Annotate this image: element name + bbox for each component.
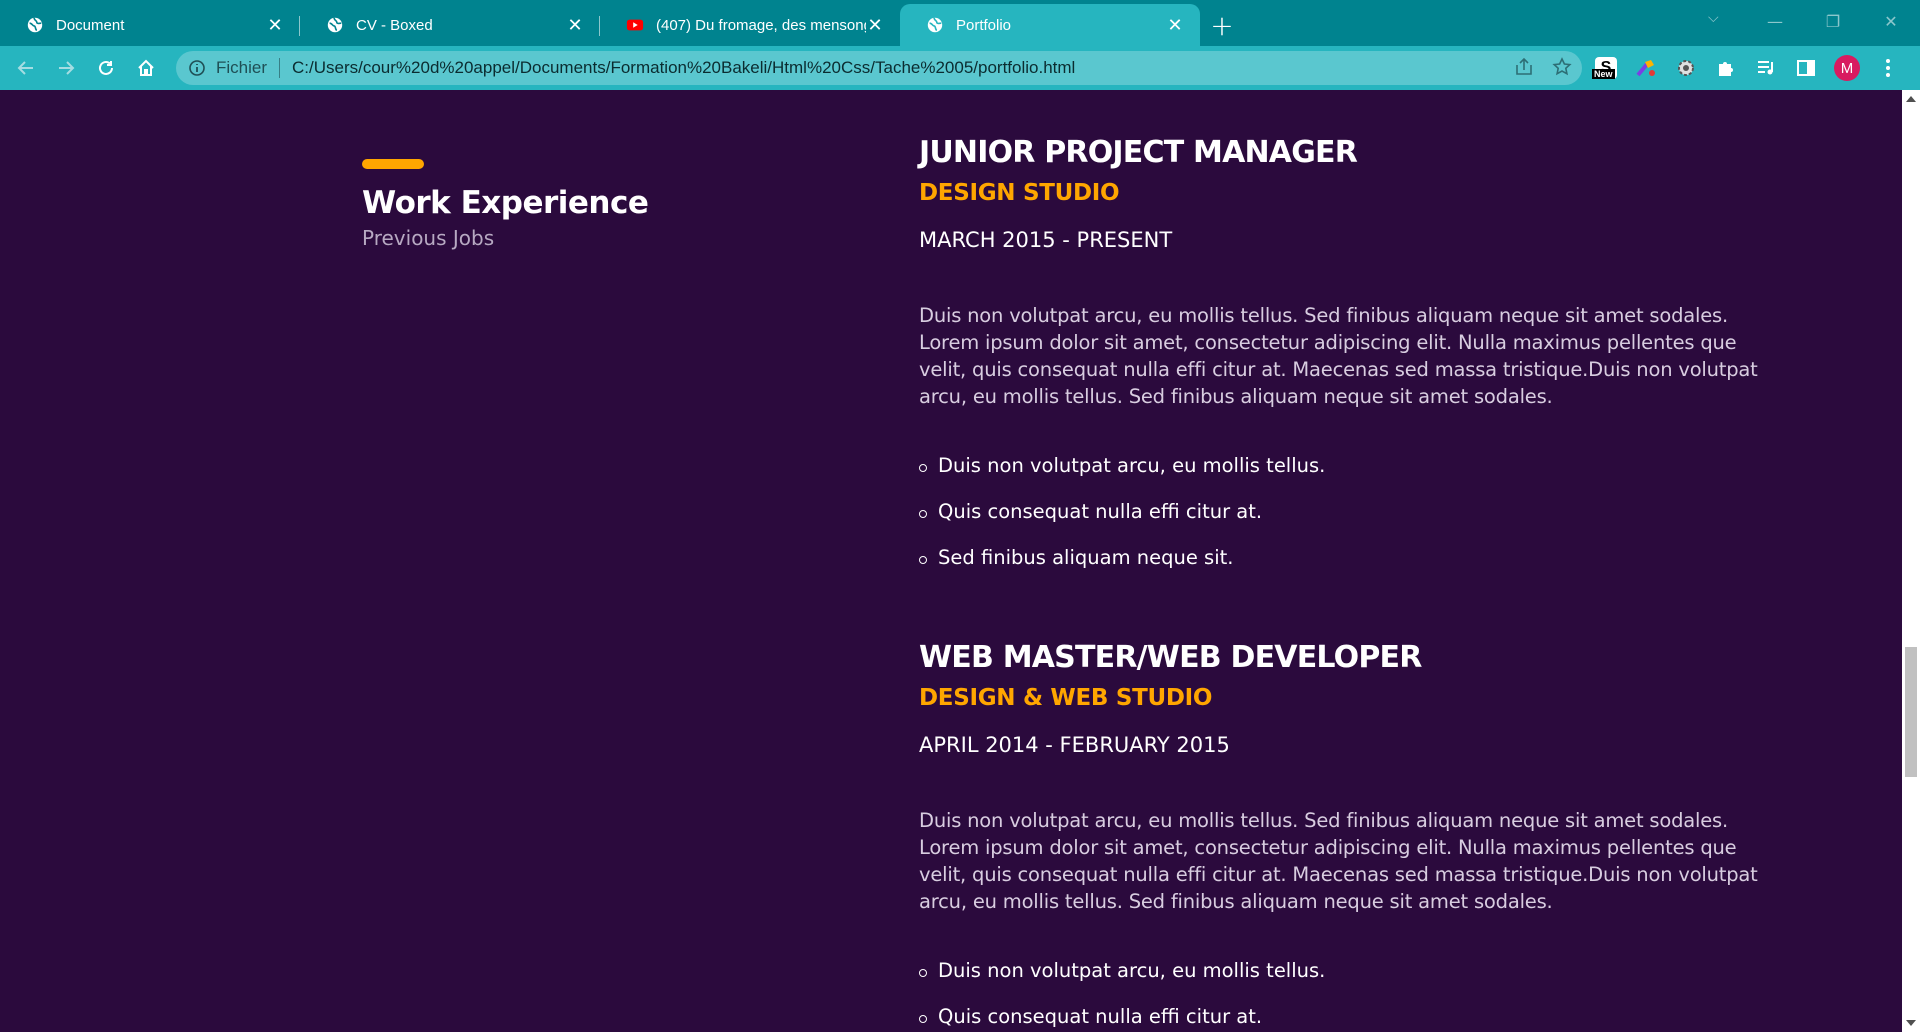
- share-icon[interactable]: [1514, 57, 1534, 77]
- tab-search-icon[interactable]: ⌵: [1708, 10, 1719, 26]
- bullet-icon: [919, 1015, 927, 1023]
- job-company: DESIGN STUDIO: [919, 180, 1120, 206]
- profile-avatar[interactable]: M: [1834, 55, 1860, 81]
- tab-title: CV - Boxed: [356, 16, 433, 34]
- tab-youtube[interactable]: (407) Du fromage, des mensonge ✕: [600, 4, 900, 46]
- divider: [279, 58, 281, 78]
- section-subtitle: Previous Jobs: [362, 226, 495, 250]
- job-dates: MARCH 2015 - PRESENT: [919, 228, 1173, 252]
- extension-colorful-icon[interactable]: [1634, 56, 1658, 80]
- extension-gear-icon[interactable]: [1674, 56, 1698, 80]
- job-description: Duis non volutpat arcu, eu mollis tellus…: [919, 304, 1758, 408]
- address-bar[interactable]: Fichier C:/Users/cour%20d%20appel/Docume…: [176, 51, 1582, 85]
- scrollbar-thumb[interactable]: [1905, 647, 1917, 777]
- new-badge: New: [1592, 69, 1615, 79]
- star-icon[interactable]: [1552, 57, 1572, 77]
- job-entry: WEB MASTER/WEB DEVELOPER DESIGN & WEB ST…: [919, 640, 1779, 1032]
- list-item-text: Duis non volutpat arcu, eu mollis tellus…: [938, 959, 1326, 982]
- list-item: Sed finibus aliquam neque sit.: [919, 546, 1779, 592]
- list-item: Duis non volutpat arcu, eu mollis tellus…: [919, 959, 1779, 1005]
- info-icon[interactable]: [188, 59, 206, 77]
- list-item: Duis non volutpat arcu, eu mollis tellus…: [919, 454, 1779, 500]
- extensions-area: S New M: [1592, 52, 1900, 84]
- scroll-up-icon[interactable]: [1906, 96, 1916, 102]
- list-item-text: Duis non volutpat arcu, eu mollis tellus…: [938, 454, 1326, 477]
- vertical-scrollbar[interactable]: [1902, 90, 1920, 1032]
- list-item-text: Quis consequat nulla effi citur at.: [938, 500, 1263, 523]
- reload-icon[interactable]: [86, 50, 126, 86]
- bullet-icon: [919, 556, 927, 564]
- minimize-icon[interactable]: —: [1746, 0, 1804, 42]
- globe-icon: [927, 17, 943, 33]
- list-item: Quis consequat nulla effi citur at.: [919, 1005, 1779, 1032]
- list-item-text: Sed finibus aliquam neque sit.: [938, 546, 1234, 569]
- bullet-icon: [919, 969, 927, 977]
- youtube-icon: [626, 19, 644, 31]
- job-bullets: Duis non volutpat arcu, eu mollis tellus…: [919, 959, 1779, 1032]
- globe-icon: [27, 17, 43, 33]
- job-bullets: Duis non volutpat arcu, eu mollis tellus…: [919, 454, 1779, 592]
- browser-toolbar: Fichier C:/Users/cour%20d%20appel/Docume…: [0, 46, 1920, 90]
- url-scheme-label: Fichier: [216, 58, 268, 77]
- job-title: JUNIOR PROJECT MANAGER: [919, 135, 1358, 170]
- tab-portfolio[interactable]: Portfolio ✕: [900, 4, 1200, 46]
- forward-icon[interactable]: [46, 50, 86, 86]
- job-dates: APRIL 2014 - FEBRUARY 2015: [919, 733, 1230, 757]
- list-item-text: Quis consequat nulla effi citur at.: [938, 1005, 1263, 1028]
- tab-cv-boxed[interactable]: CV - Boxed ✕: [300, 4, 600, 46]
- tab-title: (407) Du fromage, des mensonge: [656, 16, 866, 34]
- back-icon[interactable]: [6, 50, 46, 86]
- close-icon[interactable]: ✕: [566, 16, 584, 34]
- home-icon[interactable]: [126, 50, 166, 86]
- window-controls: — ❐ ✕: [1746, 0, 1920, 42]
- restore-icon[interactable]: ❐: [1804, 0, 1862, 42]
- scroll-down-icon[interactable]: [1906, 1020, 1916, 1026]
- section-title: Work Experience: [362, 185, 649, 221]
- list-item: Quis consequat nulla effi citur at.: [919, 500, 1779, 546]
- job-title: WEB MASTER/WEB DEVELOPER: [919, 640, 1422, 675]
- close-icon[interactable]: ✕: [866, 16, 884, 34]
- section-accent-bar: [362, 159, 424, 169]
- page-viewport: Work Experience Previous Jobs JUNIOR PRO…: [0, 90, 1902, 1032]
- extension-s-icon[interactable]: S New: [1592, 56, 1618, 80]
- bullet-icon: [919, 510, 927, 518]
- url-text[interactable]: C:/Users/cour%20d%20appel/Documents/Form…: [292, 58, 1075, 78]
- tab-title: Portfolio: [956, 16, 1012, 34]
- omnibox-actions: [1514, 57, 1572, 77]
- puzzle-icon[interactable]: [1714, 56, 1738, 80]
- close-window-icon[interactable]: ✕: [1862, 0, 1920, 42]
- side-panel-icon[interactable]: [1794, 56, 1818, 80]
- bullet-icon: [919, 464, 927, 472]
- tab-document[interactable]: Document ✕: [0, 4, 300, 46]
- globe-icon: [327, 17, 343, 33]
- job-company: DESIGN & WEB STUDIO: [919, 685, 1213, 711]
- tab-title: Document: [56, 16, 125, 34]
- job-description: Duis non volutpat arcu, eu mollis tellus…: [919, 809, 1758, 913]
- close-icon[interactable]: ✕: [1166, 16, 1184, 34]
- menu-kebab-icon[interactable]: [1876, 56, 1900, 80]
- browser-tab-bar: Document ✕ CV - Boxed ✕ (407) Du fromage…: [0, 0, 1920, 46]
- new-tab-button[interactable]: +: [1200, 4, 1244, 46]
- media-control-icon[interactable]: [1754, 56, 1778, 80]
- job-entry: JUNIOR PROJECT MANAGER DESIGN STUDIO MAR…: [919, 135, 1779, 592]
- close-icon[interactable]: ✕: [266, 16, 284, 34]
